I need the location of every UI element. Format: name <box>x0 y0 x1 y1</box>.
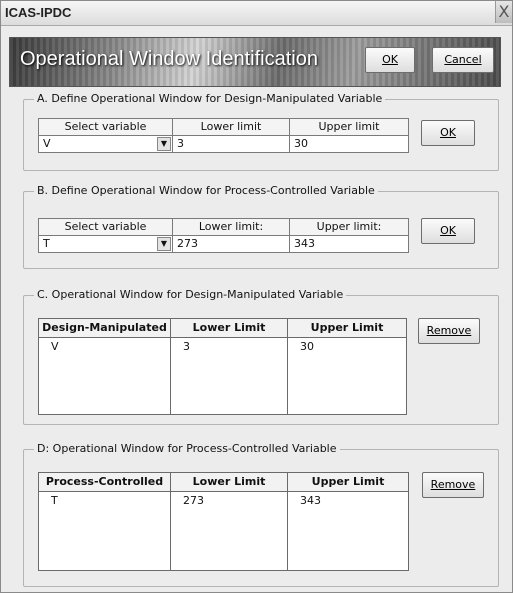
section-b-legend: B. Define Operational Window for Process… <box>34 184 378 197</box>
list-item[interactable]: V <box>38 337 171 415</box>
process-upper-limit-input[interactable]: 343 <box>289 235 409 253</box>
chevron-down-icon[interactable]: ▼ <box>157 137 171 151</box>
section-c-header-lower: Lower Limit <box>170 318 288 338</box>
section-c-header-upper: Upper Limit <box>287 318 407 338</box>
section-b-group: B. Define Operational Window for Process… <box>23 184 499 269</box>
section-a-header-variable: Select variable <box>38 118 173 136</box>
list-item[interactable]: 343 <box>287 491 409 571</box>
section-d-header-upper: Upper Limit <box>287 472 409 492</box>
list-item[interactable]: 30 <box>287 337 407 415</box>
section-a-ok-label: OK <box>440 126 456 139</box>
ok-button-label: OK <box>382 53 398 66</box>
list-item[interactable]: 3 <box>170 337 288 415</box>
section-c-header-name: Design-Manipulated <box>38 318 171 338</box>
section-c-legend: C. Operational Window for Design-Manipul… <box>34 288 347 301</box>
close-icon[interactable]: X <box>495 1 512 23</box>
process-variable-select-value: T <box>43 237 50 250</box>
dialog-window: ICAS-IPDC X Operational Window Identific… <box>0 0 513 593</box>
section-d-header-lower: Lower Limit <box>170 472 288 492</box>
cancel-button[interactable]: Cancel <box>432 47 494 73</box>
section-b-header-lower: Lower limit: <box>172 218 290 236</box>
design-variable-select[interactable]: V ▼ <box>38 135 173 153</box>
section-d-legend: D: Operational Window for Process-Contro… <box>34 442 340 455</box>
process-lower-limit-input[interactable]: 273 <box>172 235 290 253</box>
section-c-group: C. Operational Window for Design-Manipul… <box>23 288 499 425</box>
section-a-legend: A. Define Operational Window for Design-… <box>34 92 386 105</box>
process-variable-select[interactable]: T ▼ <box>38 235 173 253</box>
design-lower-limit-input[interactable]: 3 <box>172 135 290 153</box>
design-upper-limit-input[interactable]: 30 <box>289 135 409 153</box>
section-b-header-upper: Upper limit: <box>289 218 409 236</box>
section-a-header-lower: Lower limit <box>172 118 290 136</box>
section-c-remove-button[interactable]: Remove <box>418 318 480 344</box>
chevron-down-icon[interactable]: ▼ <box>157 237 171 251</box>
window-title: ICAS-IPDC <box>5 5 72 20</box>
section-d-remove-label: Remove <box>430 478 476 491</box>
banner-title: Operational Window Identification <box>20 48 318 70</box>
section-d-remove-button[interactable]: Remove <box>422 472 484 498</box>
section-a-header-upper: Upper limit <box>289 118 409 136</box>
header-banner: Operational Window Identification OK Can… <box>9 37 501 87</box>
list-item[interactable]: T <box>38 491 171 571</box>
section-b-ok-button[interactable]: OK <box>421 218 475 244</box>
section-a-group: A. Define Operational Window for Design-… <box>23 92 499 171</box>
section-a-ok-button[interactable]: OK <box>421 120 475 146</box>
section-b-header-variable: Select variable <box>38 218 173 236</box>
title-bar: ICAS-IPDC X <box>1 1 512 26</box>
section-d-header-name: Process-Controlled <box>38 472 171 492</box>
cancel-button-label: Cancel <box>444 53 482 66</box>
section-d-group: D: Operational Window for Process-Contro… <box>23 442 499 587</box>
section-c-remove-label: Remove <box>426 324 472 337</box>
list-item[interactable]: 273 <box>170 491 288 571</box>
section-b-ok-label: OK <box>440 224 456 237</box>
design-variable-select-value: V <box>43 137 51 150</box>
ok-button[interactable]: OK <box>365 47 415 73</box>
